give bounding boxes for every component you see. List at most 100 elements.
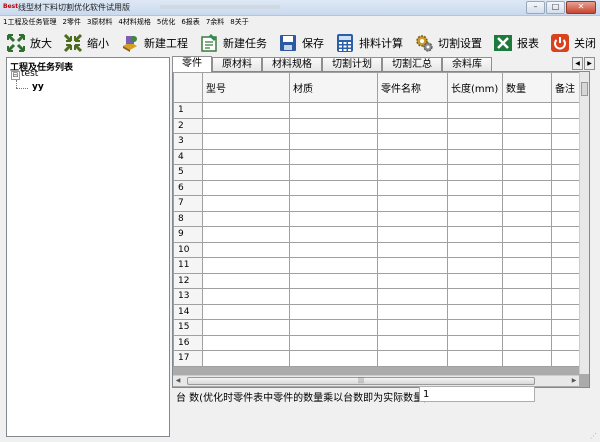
- grid-cell[interactable]: [377, 350, 448, 367]
- cut-settings-button[interactable]: 切割设置: [408, 31, 487, 55]
- resize-grip-icon[interactable]: ⋰: [590, 432, 598, 440]
- column-header-model[interactable]: 型号: [202, 72, 290, 103]
- grid-cell[interactable]: [551, 334, 582, 351]
- horizontal-scrollbar[interactable]: ◀ ||| ▶: [173, 375, 579, 386]
- tab-scroll-right-icon[interactable]: ▶: [584, 57, 595, 70]
- grid-cell[interactable]: [202, 350, 290, 367]
- grid-cell[interactable]: [447, 179, 503, 196]
- column-header-material[interactable]: 材质: [289, 72, 378, 103]
- grid-cell[interactable]: [377, 334, 448, 351]
- grid-cell[interactable]: [377, 148, 448, 165]
- zoom-in-button[interactable]: 放大: [0, 31, 57, 55]
- grid-cell[interactable]: [377, 102, 448, 119]
- tab-scroll-left-icon[interactable]: ◀: [572, 57, 583, 70]
- grid-cell[interactable]: [551, 241, 582, 258]
- grid-cell[interactable]: [289, 334, 378, 351]
- grid-cell[interactable]: [377, 210, 448, 227]
- grid-cell[interactable]: [202, 117, 290, 134]
- grid-cell[interactable]: [202, 179, 290, 196]
- grid-cell[interactable]: [447, 210, 503, 227]
- column-header-length[interactable]: 长度(mm): [447, 72, 503, 103]
- grid-cell[interactable]: [447, 272, 503, 289]
- grid-cell[interactable]: [551, 319, 582, 336]
- save-button[interactable]: 保存: [272, 31, 329, 55]
- zoom-out-button[interactable]: 缩小: [57, 31, 114, 55]
- row-number[interactable]: 16: [173, 334, 203, 351]
- new-project-button[interactable]: 新建工程: [114, 31, 193, 55]
- grid-cell[interactable]: [447, 226, 503, 243]
- grid-cell[interactable]: [502, 319, 552, 336]
- grid-cell[interactable]: [289, 164, 378, 181]
- row-number[interactable]: 7: [173, 195, 203, 212]
- minimize-button[interactable]: –: [526, 1, 545, 14]
- row-number[interactable]: 17: [173, 350, 203, 367]
- grid-cell[interactable]: [447, 319, 503, 336]
- column-header-remark[interactable]: 备注: [551, 72, 582, 103]
- tab-material-spec[interactable]: 材料规格: [262, 57, 322, 71]
- grid-cell[interactable]: [202, 303, 290, 320]
- grid-cell[interactable]: [551, 133, 582, 150]
- grid-cell[interactable]: [447, 102, 503, 119]
- grid-cell[interactable]: [502, 133, 552, 150]
- tab-remnant-stock[interactable]: 余料库: [442, 57, 492, 71]
- grid-cell[interactable]: [502, 350, 552, 367]
- grid-cell[interactable]: [377, 288, 448, 305]
- grid-cell[interactable]: [551, 272, 582, 289]
- grid-cell[interactable]: [502, 102, 552, 119]
- menu-raw-material[interactable]: 3原材料: [84, 16, 115, 28]
- grid-cell[interactable]: [502, 226, 552, 243]
- grid-cell[interactable]: [502, 195, 552, 212]
- grid-cell[interactable]: [377, 241, 448, 258]
- grid-cell[interactable]: [289, 133, 378, 150]
- row-number[interactable]: 10: [173, 241, 203, 258]
- grid-cell[interactable]: [377, 133, 448, 150]
- tree-node-project[interactable]: test: [21, 69, 38, 79]
- grid-cell[interactable]: [377, 117, 448, 134]
- grid-cell[interactable]: [551, 288, 582, 305]
- grid-cell[interactable]: [502, 241, 552, 258]
- row-number[interactable]: 14: [173, 303, 203, 320]
- grid-cell[interactable]: [289, 288, 378, 305]
- new-task-button[interactable]: 新建任务: [193, 31, 272, 55]
- grid-cell[interactable]: [447, 195, 503, 212]
- vertical-scroll-thumb[interactable]: [581, 82, 588, 96]
- row-number[interactable]: 5: [173, 164, 203, 181]
- close-window-button[interactable]: ✕: [566, 1, 596, 14]
- grid-cell[interactable]: [447, 133, 503, 150]
- grid-cell[interactable]: [551, 117, 582, 134]
- grid-cell[interactable]: [202, 102, 290, 119]
- report-button[interactable]: 报表: [487, 31, 544, 55]
- grid-cell[interactable]: [289, 179, 378, 196]
- grid-cell[interactable]: [447, 148, 503, 165]
- grid-cell[interactable]: [551, 102, 582, 119]
- grid-cell[interactable]: [447, 257, 503, 274]
- grid-cell[interactable]: [202, 148, 290, 165]
- grid-cell[interactable]: [502, 272, 552, 289]
- unit-count-input[interactable]: [419, 386, 535, 402]
- grid-cell[interactable]: [202, 133, 290, 150]
- grid-cell[interactable]: [202, 272, 290, 289]
- scroll-right-arrow-icon[interactable]: ▶: [569, 376, 579, 386]
- vertical-scrollbar[interactable]: [579, 72, 589, 374]
- tree-collapse-icon[interactable]: ⊟: [11, 71, 20, 80]
- grid-cell[interactable]: [502, 148, 552, 165]
- grid-cell[interactable]: [502, 257, 552, 274]
- grid-cell[interactable]: [377, 303, 448, 320]
- grid-cell[interactable]: [377, 179, 448, 196]
- grid-cell[interactable]: [377, 164, 448, 181]
- grid-cell[interactable]: [202, 241, 290, 258]
- grid-cell[interactable]: [289, 319, 378, 336]
- row-number[interactable]: 15: [173, 319, 203, 336]
- tree-node-task[interactable]: yy: [32, 82, 44, 92]
- grid-cell[interactable]: [289, 102, 378, 119]
- menu-remnant[interactable]: 7余料: [203, 16, 227, 28]
- row-number[interactable]: 12: [173, 272, 203, 289]
- row-number[interactable]: 3: [173, 133, 203, 150]
- horizontal-scroll-thumb[interactable]: |||: [187, 377, 535, 385]
- grid-cell[interactable]: [289, 272, 378, 289]
- grid-cell[interactable]: [447, 117, 503, 134]
- grid-cell[interactable]: [447, 334, 503, 351]
- grid-cell[interactable]: [202, 195, 290, 212]
- grid-cell[interactable]: [447, 350, 503, 367]
- maximize-button[interactable]: □: [546, 1, 565, 14]
